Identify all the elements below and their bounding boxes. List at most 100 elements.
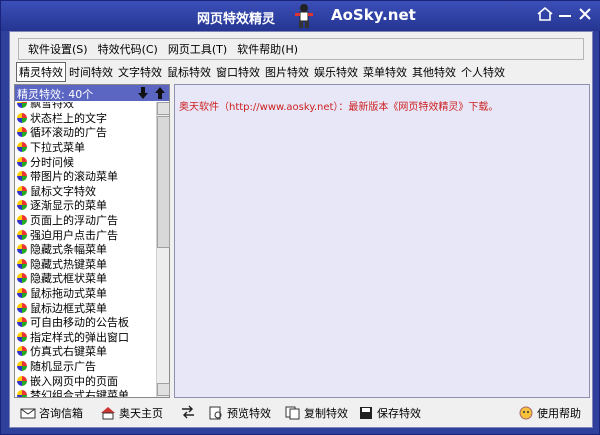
tab-mouse-effects[interactable]: 鼠标特效 bbox=[165, 64, 213, 80]
effect-item-label: 指定样式的弹出窗口 bbox=[30, 330, 129, 344]
feedback-button[interactable]: 咨询信箱 bbox=[20, 405, 83, 421]
effect-list-item[interactable]: 下拉式菜单 bbox=[15, 140, 156, 155]
effect-item-label: 梦幻组合式右键菜单 bbox=[30, 389, 129, 397]
effect-ball-icon bbox=[17, 375, 27, 386]
effect-list-item[interactable]: 鼠标边框式菜单 bbox=[15, 300, 156, 315]
effect-list-item[interactable]: 嵌入网页中的页面 bbox=[15, 373, 156, 388]
minimize-icon[interactable] bbox=[556, 5, 574, 23]
menu-help[interactable]: 软件帮助(H) bbox=[232, 41, 303, 57]
effect-ball-icon bbox=[17, 244, 27, 255]
effect-list-item[interactable]: 指定样式的弹出窗口 bbox=[15, 330, 156, 345]
effect-item-label: 鼠标文字特效 bbox=[30, 184, 96, 198]
menu-bar: 软件设置(S) 特效代码(C) 网页工具(T) 软件帮助(H) bbox=[18, 38, 584, 60]
effect-ball-icon bbox=[17, 127, 27, 138]
menu-settings[interactable]: 软件设置(S) bbox=[23, 41, 93, 57]
copy-effect-button[interactable]: 复制特效 bbox=[285, 405, 348, 421]
swap-button[interactable] bbox=[180, 405, 199, 419]
effect-list-header: 精灵特效: 40个 bbox=[15, 85, 169, 101]
effect-item-label: 分时问候 bbox=[30, 155, 74, 169]
tab-other-effects[interactable]: 其他特效 bbox=[410, 64, 458, 80]
move-up-icon[interactable] bbox=[154, 86, 166, 100]
swap-arrows-icon bbox=[182, 405, 194, 419]
effect-list-item[interactable]: 隐藏式框状菜单 bbox=[15, 271, 156, 286]
effect-ball-icon bbox=[17, 142, 27, 153]
effect-list-item[interactable]: 循环滚动的广告 bbox=[15, 125, 156, 140]
tab-text-effects[interactable]: 文字特效 bbox=[116, 64, 164, 80]
effect-ball-icon bbox=[17, 185, 27, 196]
close-icon[interactable] bbox=[576, 5, 594, 23]
tab-window-effects[interactable]: 窗口特效 bbox=[214, 64, 262, 80]
effect-list: 飘雪特效 状态栏上的文字 循环滚动的广告 下拉式菜单 分时问候 带图片的滚动菜单 鼠标文字特… bbox=[15, 102, 156, 397]
effect-list-item[interactable]: 梦幻组合式右键菜单 bbox=[15, 388, 156, 397]
menu-effect-code[interactable]: 特效代码(C) bbox=[93, 41, 163, 57]
scroll-down-button[interactable] bbox=[157, 383, 170, 396]
effect-list-item[interactable]: 分时问候 bbox=[15, 154, 156, 169]
effect-preview-pane[interactable]: 奥天软件（http://www.aosky.net）：最新版本《网页特效精灵》下… bbox=[174, 84, 590, 398]
effect-ball-icon bbox=[17, 390, 27, 397]
client-area: 软件设置(S) 特效代码(C) 网页工具(T) 软件帮助(H) 精灵特效 时间特… bbox=[9, 31, 593, 428]
effect-item-label: 仿真式右键菜单 bbox=[30, 345, 107, 359]
effect-item-label: 随机显示广告 bbox=[30, 359, 96, 373]
save-effect-button[interactable]: 保存特效 bbox=[358, 405, 421, 421]
effect-list-item[interactable]: 鼠标文字特效 bbox=[15, 184, 156, 199]
effect-item-label: 带图片的滚动菜单 bbox=[30, 170, 118, 184]
feedback-label: 咨询信箱 bbox=[39, 407, 83, 420]
save-label: 保存特效 bbox=[377, 407, 421, 420]
tab-fun-effects[interactable]: 娱乐特效 bbox=[312, 64, 360, 80]
download-info-text[interactable]: 奥天软件（http://www.aosky.net）：最新版本《网页特效精灵》下… bbox=[179, 98, 498, 113]
effect-ball-icon bbox=[17, 215, 27, 226]
effect-list-item[interactable]: 仿真式右键菜单 bbox=[15, 344, 156, 359]
tab-image-effects[interactable]: 图片特效 bbox=[263, 64, 311, 80]
effect-item-label: 下拉式菜单 bbox=[30, 141, 85, 155]
effect-ball-icon bbox=[17, 229, 27, 240]
effect-item-label: 可自由移动的公告板 bbox=[30, 316, 129, 330]
menu-web-tools[interactable]: 网页工具(T) bbox=[163, 41, 232, 57]
effect-item-label: 逐渐显示的菜单 bbox=[30, 199, 107, 213]
effect-item-label: 隐藏式条幅菜单 bbox=[30, 243, 107, 257]
homepage-button[interactable]: 奥天主页 bbox=[100, 405, 163, 421]
effect-ball-icon bbox=[17, 156, 27, 167]
preview-icon bbox=[209, 406, 222, 420]
effect-ball-icon bbox=[17, 112, 27, 123]
effect-item-label: 隐藏式热键菜单 bbox=[30, 257, 107, 271]
title-bar[interactable]: 网页特效精灵 AoSky.net bbox=[1, 1, 600, 31]
tab-time-effects[interactable]: 时间特效 bbox=[67, 64, 115, 80]
scroll-up-button[interactable] bbox=[157, 102, 170, 115]
effect-list-item[interactable]: 隐藏式条幅菜单 bbox=[15, 242, 156, 257]
help-icon bbox=[519, 406, 533, 420]
move-down-icon[interactable] bbox=[137, 86, 149, 100]
effect-ball-icon bbox=[17, 360, 27, 371]
effect-item-label: 鼠标拖动式菜单 bbox=[30, 287, 107, 301]
effect-ball-icon bbox=[17, 346, 27, 357]
effect-ball-icon bbox=[17, 317, 27, 328]
homepage-label: 奥天主页 bbox=[119, 407, 163, 420]
effect-list-item[interactable]: 强迫用户点击广告 bbox=[15, 227, 156, 242]
effect-ball-icon bbox=[17, 171, 27, 182]
effect-list-item[interactable]: 隐藏式热键菜单 bbox=[15, 257, 156, 272]
effect-item-label: 嵌入网页中的页面 bbox=[30, 374, 118, 388]
tab-personal-effects[interactable]: 个人特效 bbox=[459, 64, 507, 80]
effect-list-item[interactable]: 可自由移动的公告板 bbox=[15, 315, 156, 330]
effect-list-item[interactable]: 页面上的浮动广告 bbox=[15, 213, 156, 228]
copy-label: 复制特效 bbox=[304, 407, 348, 420]
help-button[interactable]: 使用帮助 bbox=[518, 405, 581, 421]
effect-list-item[interactable]: 随机显示广告 bbox=[15, 359, 156, 374]
effect-list-item[interactable]: 逐渐显示的菜单 bbox=[15, 198, 156, 213]
effect-ball-icon bbox=[17, 258, 27, 269]
effect-item-label: 状态栏上的文字 bbox=[30, 111, 107, 125]
effect-list-item[interactable]: 带图片的滚动菜单 bbox=[15, 169, 156, 184]
list-scrollbar[interactable] bbox=[156, 102, 170, 397]
tab-sprite-effects[interactable]: 精灵特效 bbox=[16, 62, 66, 82]
tab-menu-effects[interactable]: 菜单特效 bbox=[361, 64, 409, 80]
effect-ball-icon bbox=[17, 102, 27, 109]
effect-ball-icon bbox=[17, 273, 27, 284]
home-icon[interactable] bbox=[536, 5, 554, 23]
floppy-disk-icon bbox=[360, 407, 372, 419]
effect-item-label: 循环滚动的广告 bbox=[30, 126, 107, 140]
effect-list-item[interactable]: 状态栏上的文字 bbox=[15, 111, 156, 126]
effect-list-item[interactable]: 鼠标拖动式菜单 bbox=[15, 286, 156, 301]
preview-effect-button[interactable]: 预览特效 bbox=[208, 405, 271, 421]
window-title: 网页特效精灵 bbox=[197, 12, 276, 27]
effect-ball-icon bbox=[17, 288, 27, 299]
scroll-thumb[interactable] bbox=[157, 116, 170, 248]
